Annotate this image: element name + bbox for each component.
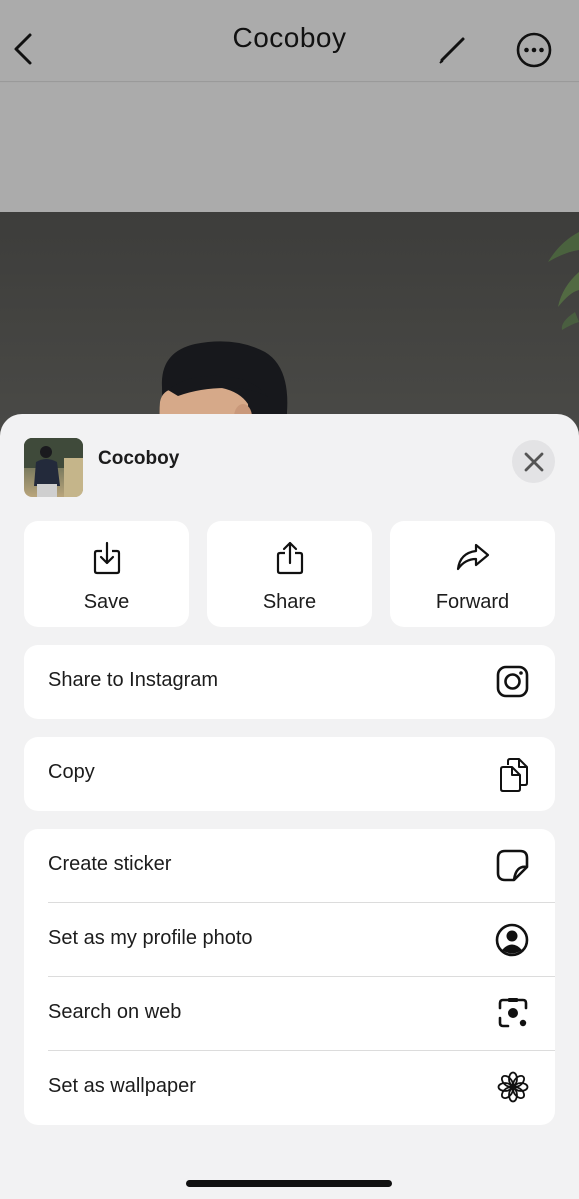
share-to-instagram-label: Share to Instagram [48,669,219,691]
options-group: Create sticker Set as my profile photo S… [24,829,555,1125]
home-indicator[interactable] [186,1180,392,1187]
set-profile-photo-row[interactable]: Set as my profile photo [24,903,555,977]
forward-button[interactable]: Forward [390,521,555,627]
forward-label: Forward [435,591,510,613]
set-profile-photo-label: Set as my profile photo [48,927,253,949]
sheet-header: Cocoboy [24,438,555,498]
close-icon [524,452,543,471]
sheet-title: Cocoboy [98,448,180,469]
copy-icon [500,758,528,792]
copy-row[interactable]: Copy [24,737,555,811]
create-sticker-row[interactable]: Create sticker [24,829,555,903]
share-label: Share [262,591,317,613]
sticker-icon [496,849,529,882]
quick-actions: Save Share Forward [24,521,555,627]
instagram-icon [496,665,529,698]
page-title: Cocoboy [232,22,347,53]
photo-content [159,232,579,442]
search-on-web-row[interactable]: Search on web [24,977,555,1051]
photo-thumbnail [24,438,83,497]
copy-label: Copy [48,761,95,783]
top-app-bar: Cocoboy [0,0,579,82]
visual-search-icon [498,998,528,1028]
share-icon [276,541,303,575]
pencil-icon[interactable] [436,32,470,66]
share-button[interactable]: Share [207,521,372,627]
search-on-web-label: Search on web [48,1001,182,1023]
save-button[interactable]: Save [24,521,189,627]
create-sticker-label: Create sticker [48,853,172,875]
ellipsis-circle-icon[interactable] [515,31,553,69]
forward-arrow-icon [456,543,489,571]
close-button[interactable] [512,440,555,483]
share-sheet: Cocoboy Save Share Forward Share to Inst… [0,414,579,1199]
instagram-group: Share to Instagram [24,645,555,719]
save-label: Save [83,591,130,613]
dimmed-background [0,83,579,212]
share-to-instagram-row[interactable]: Share to Instagram [24,645,555,719]
set-as-wallpaper-row[interactable]: Set as wallpaper [24,1051,555,1125]
photo-preview [0,212,579,442]
set-as-wallpaper-label: Set as wallpaper [48,1075,196,1097]
profile-circle-icon [495,923,529,957]
copy-group: Copy [24,737,555,811]
wallpaper-flower-icon [497,1071,529,1103]
thumbnail-image [24,438,83,497]
download-tray-icon [93,541,120,575]
